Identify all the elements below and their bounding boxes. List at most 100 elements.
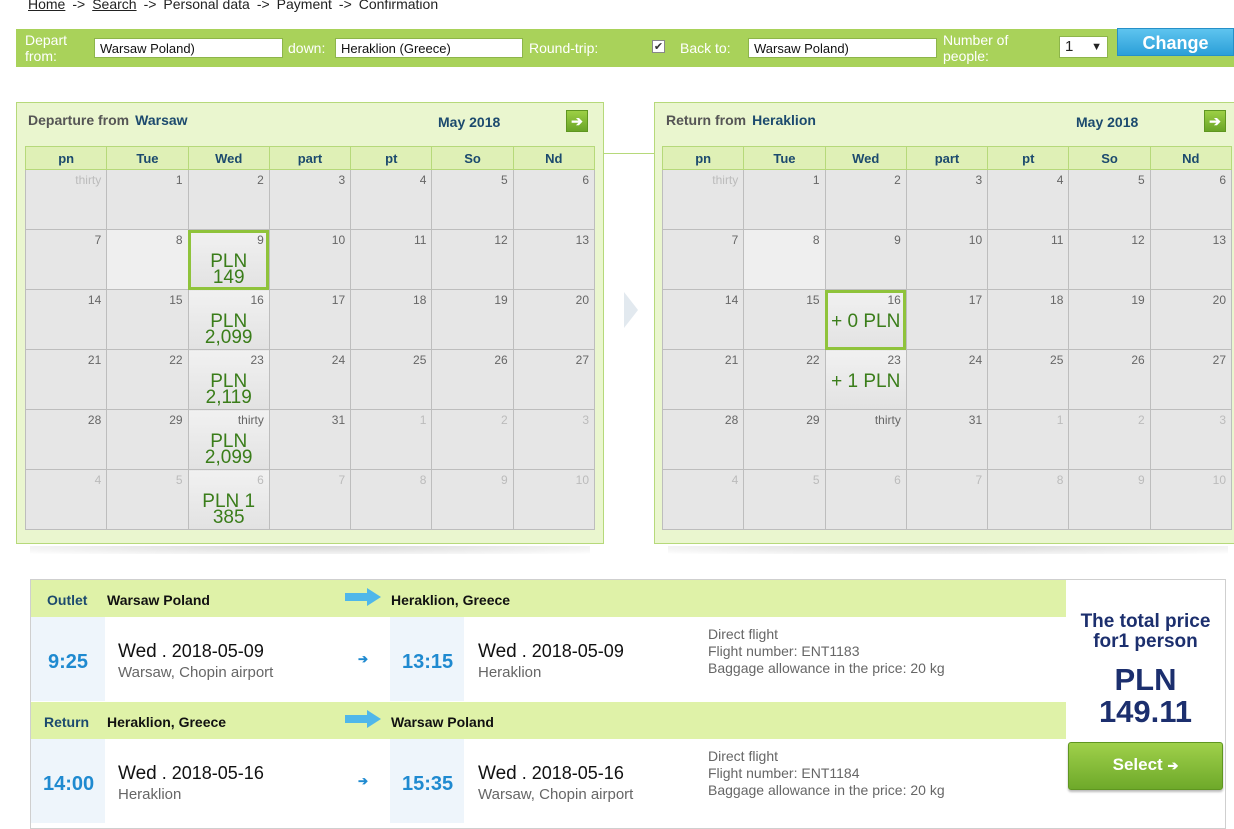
day-price: PLN 1 385 xyxy=(202,491,256,528)
weekday-header: So xyxy=(1068,146,1151,170)
day-number: 3 xyxy=(975,173,983,187)
outlet-flight-info: Direct flight Flight number: ENT1183 Bag… xyxy=(708,626,945,677)
priced-day-cell[interactable]: 23 + 1 PLN xyxy=(824,349,907,410)
day-number: thirty xyxy=(75,173,102,187)
breadcrumb-search-link[interactable]: Search xyxy=(92,0,136,12)
number-of-people-select[interactable]: 1 ▼ xyxy=(1059,36,1108,58)
day-number: 27 xyxy=(575,353,589,367)
day-number: 18 xyxy=(1050,293,1064,307)
weekday-header: Tue xyxy=(743,146,826,170)
outlet-header: Outlet Warsaw Poland Heraklion, Greece xyxy=(31,580,1066,617)
day-cell: 13 xyxy=(512,229,596,290)
day-cell: 27 xyxy=(1149,349,1233,410)
day-number: 9 xyxy=(894,233,901,247)
priced-day-cell[interactable]: 16 PLN 2,099 xyxy=(187,289,270,350)
day-cell: 3 xyxy=(905,169,989,230)
depart-from-input[interactable]: Warsaw Poland) xyxy=(94,38,283,58)
day-number: 15 xyxy=(169,293,183,307)
day-number: 29 xyxy=(806,413,820,427)
day-number: 2 xyxy=(257,173,264,187)
day-cell: 7 xyxy=(661,229,745,290)
calendar-connector xyxy=(604,153,656,154)
day-number: 4 xyxy=(731,473,739,487)
day-number: 11 xyxy=(413,233,427,247)
return-departure-time: 14:00 xyxy=(43,773,95,795)
day-cell: 6 xyxy=(512,169,596,230)
breadcrumb-confirmation: Confirmation xyxy=(358,0,439,12)
day-cell: 2 xyxy=(824,169,907,230)
priced-day-cell[interactable]: 9 PLN 149 xyxy=(187,229,270,290)
outlet-departure-date-value: . 2018-05-09 xyxy=(161,641,264,661)
day-number: 26 xyxy=(494,353,508,367)
priced-day-cell[interactable]: 16 + 0 PLN xyxy=(824,289,907,350)
day-cell: 6 xyxy=(824,469,907,530)
day-number: 31 xyxy=(331,413,346,427)
next-month-icon[interactable]: ➔ xyxy=(1204,110,1226,132)
priced-day-cell[interactable]: 6 PLN 1 385 xyxy=(187,469,270,530)
breadcrumb-home-link[interactable]: Home xyxy=(28,0,65,12)
weekday-header: Wed xyxy=(824,146,907,170)
back-to-input[interactable]: Warsaw Poland) xyxy=(748,38,937,58)
down-label: down: xyxy=(288,40,326,56)
day-cell: 13 xyxy=(1149,229,1233,290)
day-cell: 24 xyxy=(905,349,989,410)
day-number: 17 xyxy=(331,293,346,307)
day-number: 1 xyxy=(812,173,820,187)
day-cell: 15 xyxy=(743,289,826,350)
day-cell: 5 xyxy=(1068,169,1151,230)
day-number: 24 xyxy=(331,353,346,367)
day-cell: 5 xyxy=(743,469,826,530)
outlet-arrival-date: Wed . 2018-05-09 xyxy=(478,641,624,663)
weekday-header: Tue xyxy=(106,146,189,170)
day-price: + 1 PLN xyxy=(831,371,901,392)
day-cell: 8 xyxy=(350,469,433,530)
outlet-to: Heraklion, Greece xyxy=(391,592,511,608)
priced-day-cell[interactable]: thirty PLN 2,099 xyxy=(187,409,270,470)
day-cell: 8 xyxy=(743,229,826,290)
day-number: 5 xyxy=(812,473,820,487)
outlet-departure-place: Warsaw, Chopin airport xyxy=(118,664,274,681)
day-number: thirty xyxy=(874,413,901,427)
day-cell: 7 xyxy=(268,469,352,530)
number-of-people-label: Number of people: xyxy=(943,32,1009,64)
day-cell: 17 xyxy=(268,289,352,350)
day-number: 6 xyxy=(894,473,901,487)
day-number: 9 xyxy=(1138,473,1145,487)
day-number: 6 xyxy=(1219,173,1226,187)
day-number: 19 xyxy=(1131,293,1145,307)
outlet-row: 9:25 Wed . 2018-05-09 Warsaw, Chopin air… xyxy=(31,617,1066,701)
day-cell: 10 xyxy=(512,469,596,530)
weekday-header: Nd xyxy=(1149,146,1233,170)
day-cell: 4 xyxy=(987,169,1070,230)
weekday-header: pt xyxy=(350,146,433,170)
day-cell: 18 xyxy=(350,289,433,350)
select-button[interactable]: Select ➔ xyxy=(1068,742,1223,790)
return-calendar-title: Return from Heraklion xyxy=(666,112,816,128)
day-number: 21 xyxy=(724,353,739,367)
return-label: Return xyxy=(44,714,90,730)
round-trip-checkbox[interactable]: ✔ xyxy=(652,40,665,53)
next-month-icon[interactable]: ➔ xyxy=(566,110,588,132)
day-number: 22 xyxy=(806,353,820,367)
day-number: 17 xyxy=(968,293,983,307)
departure-month: May 2018 xyxy=(438,114,501,130)
day-number: 21 xyxy=(87,353,102,367)
change-button[interactable]: Change xyxy=(1117,28,1234,56)
destination-input[interactable]: Heraklion (Greece) xyxy=(335,38,523,58)
return-month: May 2018 xyxy=(1076,114,1139,130)
day-number: 7 xyxy=(338,473,346,487)
day-cell: 2 xyxy=(431,409,514,470)
day-number: 16 xyxy=(250,293,264,307)
flight-type: Direct flight xyxy=(708,748,779,764)
flight-summary: Outlet Warsaw Poland Heraklion, Greece 9… xyxy=(30,579,1226,829)
day-number: 20 xyxy=(575,293,589,307)
weekday-header: part xyxy=(905,146,989,170)
day-cell: 7 xyxy=(24,229,108,290)
day-number: 5 xyxy=(501,173,508,187)
return-departure-date: Wed . 2018-05-16 xyxy=(118,763,264,785)
priced-day-cell[interactable]: 23 PLN 2,119 xyxy=(187,349,270,410)
day-number: 5 xyxy=(175,473,183,487)
flight-number: Flight number: ENT1184 xyxy=(708,765,860,781)
weekday-header: pt xyxy=(987,146,1070,170)
day-number: 12 xyxy=(494,233,508,247)
